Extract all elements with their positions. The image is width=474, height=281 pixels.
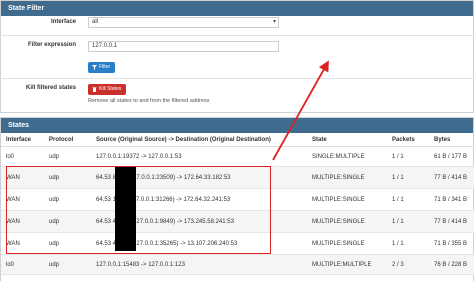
cell-bytes: 71 B / 355 B (429, 232, 474, 255)
cell-state: SINGLE:MULTIPLE (307, 146, 387, 167)
interface-select[interactable]: all ▾ (88, 17, 279, 28)
interface-row: Interface all ▾ (0, 17, 474, 35)
column-header-flow[interactable]: Source (Original Source) -> Destination … (91, 133, 307, 147)
cell-bytes: 77 B / 414 B (429, 210, 474, 233)
cell-state: MULTIPLE:SINGLE (307, 188, 387, 211)
cell-interface: lo0 (1, 146, 44, 167)
cell-protocol: udp (44, 254, 91, 275)
cell-packets: 1 / 1 (387, 210, 429, 233)
column-header-packets[interactable]: Packets (387, 133, 429, 147)
trash-icon (92, 87, 97, 92)
cell-state: MULTIPLE:MULTIPLE (307, 254, 387, 275)
table-row: lo0 udp 127.0.0.1:19372 -> 127.0.0.1:53 … (1, 146, 474, 167)
states-heading: States (1, 118, 473, 133)
filter-button-label: Filter (99, 64, 111, 70)
cell-bytes: 61 B / 177 B (429, 146, 474, 167)
cell-packets: 2 / 3 (387, 254, 429, 275)
annotation-highlight-box (6, 166, 271, 254)
state-filter-heading: State Filter (1, 1, 473, 16)
cell-bytes: 71 B / 341 B (429, 188, 474, 211)
cell-packets: 1 / 1 (387, 146, 429, 167)
interface-select-value: all (92, 19, 99, 25)
table-row: lo0 udp 127.0.0.1:15483 -> 127.0.0.1:123… (1, 254, 474, 275)
column-header-protocol[interactable]: Protocol (44, 133, 91, 147)
cell-state: MULTIPLE:SINGLE (307, 210, 387, 233)
filter-expression-label: Filter expression (27, 42, 76, 48)
cell-bytes: 76 B / 228 B (429, 254, 474, 275)
kill-states-label: Kill States (99, 86, 122, 92)
cell-flow: 127.0.0.1:19372 -> 127.0.0.1:53 (91, 146, 307, 167)
column-header-state[interactable]: State (307, 133, 387, 147)
cell-flow: 127.0.0.1:15483 -> 127.0.0.1:123 (91, 254, 307, 275)
filter-expression-input[interactable]: 127.0.0.1 (88, 41, 279, 52)
chevron-down-icon: ▾ (272, 19, 276, 25)
filter-expression-row: Filter expression 127.0.0.1 Filter (0, 40, 474, 80)
cell-interface: lo0 (1, 254, 44, 275)
table-header-row: Interface Protocol Source (Original Sour… (1, 133, 474, 147)
filter-button[interactable]: Filter (88, 62, 115, 73)
interface-label: Interface (50, 19, 76, 25)
column-header-bytes[interactable]: Bytes (429, 133, 474, 147)
cell-protocol: udp (44, 146, 91, 167)
cell-packets: 1 / 1 (387, 166, 429, 189)
filter-icon (92, 65, 97, 70)
cell-packets: 1 / 1 (387, 232, 429, 255)
cell-state: MULTIPLE:SINGLE (307, 232, 387, 255)
divider (0, 78, 474, 79)
cell-packets: 1 / 1 (387, 188, 429, 211)
kill-filtered-row: Kill filtered states Kill States Remove … (0, 82, 474, 110)
kill-states-button[interactable]: Kill States (88, 84, 126, 95)
column-header-interface[interactable]: Interface (1, 133, 44, 147)
kill-help-text: Remove all states to and from the filter… (88, 98, 210, 104)
cell-state: MULTIPLE:SINGLE (307, 166, 387, 189)
divider (0, 35, 474, 36)
kill-filtered-label: Kill filtered states (25, 85, 76, 91)
cell-bytes: 77 B / 414 B (429, 166, 474, 189)
